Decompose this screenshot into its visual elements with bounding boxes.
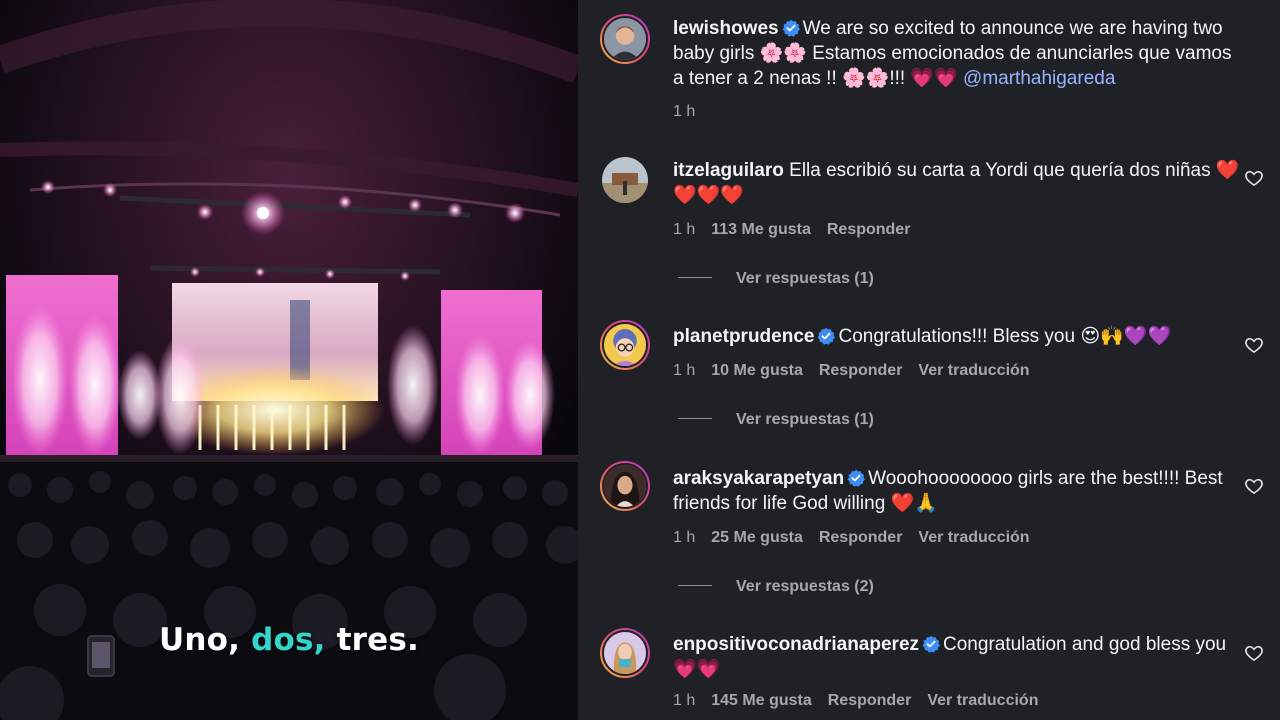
comment-time: 1 h <box>673 362 696 379</box>
like-heart-icon[interactable] <box>1244 168 1264 188</box>
likes-count-button[interactable]: 113 Me gusta <box>711 221 811 238</box>
translate-button[interactable]: Ver traducción <box>918 529 1029 546</box>
avatar-image <box>604 465 646 507</box>
post-meta: 1 h <box>673 103 711 121</box>
view-replies-label: Ver respuestas (1) <box>736 270 874 287</box>
video-caption: Uno, dos, tres. <box>0 622 578 658</box>
likes-count-button[interactable]: 25 Me gusta <box>711 529 803 546</box>
caption-word-3: tres. <box>336 622 420 658</box>
verified-badge-icon <box>782 19 800 37</box>
comment-username[interactable]: araksyakarapetyan <box>673 468 844 489</box>
replies-divider-line <box>678 585 712 586</box>
reply-button[interactable]: Responder <box>819 529 903 546</box>
likes-count-button[interactable]: 145 Me gusta <box>711 692 811 709</box>
comment-meta: 1 h 10 Me gusta Responder Ver traducción <box>673 362 1046 380</box>
avatar-image <box>604 18 646 60</box>
comment-username[interactable]: enpositivoconadrianaperez <box>673 634 919 655</box>
comment-text: araksyakarapetyan Wooohoooooooo girls are… <box>673 466 1243 516</box>
post-text: lewishowes We are so excited to announce … <box>673 16 1243 91</box>
view-replies-button[interactable]: Ver respuestas (2) <box>678 578 874 596</box>
like-heart-icon[interactable] <box>1244 335 1264 355</box>
likes-count-button[interactable]: 10 Me gusta <box>711 362 803 379</box>
verified-badge-icon <box>922 635 941 653</box>
comment-username[interactable]: itzelaguilaro <box>673 160 784 181</box>
reply-button[interactable]: Responder <box>828 692 912 709</box>
translate-button[interactable]: Ver traducción <box>918 362 1029 379</box>
view-replies-button[interactable]: Ver respuestas (1) <box>678 411 874 429</box>
caption-word-2: dos, <box>251 622 326 658</box>
like-heart-icon[interactable] <box>1244 476 1264 496</box>
comment-meta: 1 h 25 Me gusta Responder Ver traducción <box>673 529 1046 547</box>
comment-meta: 1 h 113 Me gusta Responder <box>673 221 926 239</box>
comment-time: 1 h <box>673 692 696 709</box>
commenter-avatar[interactable] <box>602 157 648 203</box>
view-replies-label: Ver respuestas (2) <box>736 578 874 595</box>
commenter-avatar[interactable] <box>600 320 650 370</box>
verified-badge-icon <box>847 469 866 487</box>
view-replies-button[interactable]: Ver respuestas (1) <box>678 270 874 288</box>
replies-divider-line <box>678 277 712 278</box>
avatar-image <box>604 324 646 366</box>
translate-button[interactable]: Ver traducción <box>927 692 1038 709</box>
concert-stage-image <box>0 0 578 720</box>
comment-time: 1 h <box>673 221 696 238</box>
video-player[interactable]: Uno, dos, tres. <box>0 0 578 720</box>
reply-button[interactable]: Responder <box>827 221 911 238</box>
post-username[interactable]: lewishowes <box>673 18 779 39</box>
comments-panel[interactable]: lewishowes We are so excited to announce … <box>578 0 1280 720</box>
post-time: 1 h <box>673 103 696 120</box>
avatar-image <box>602 157 648 203</box>
like-heart-icon[interactable] <box>1244 643 1264 663</box>
comment-text: itzelaguilaro Ella escribió su carta a Y… <box>673 158 1243 208</box>
verified-badge-icon <box>818 327 836 345</box>
post-author-avatar[interactable] <box>600 14 650 64</box>
avatar-image <box>604 632 646 674</box>
commenter-avatar[interactable] <box>600 628 650 678</box>
commenter-avatar[interactable] <box>600 461 650 511</box>
caption-word-1: Uno, <box>158 622 241 658</box>
replies-divider-line <box>678 418 712 419</box>
comment-time: 1 h <box>673 529 696 546</box>
comment-body: Congratulations!!! Bless you 😍🙌💜💜 <box>838 326 1172 347</box>
comment-username[interactable]: planetprudence <box>673 326 814 347</box>
view-replies-label: Ver respuestas (1) <box>736 411 874 428</box>
post-mention-link[interactable]: @marthahigareda <box>963 68 1115 89</box>
comment-text: enpositivoconadrianaperez Congratulation … <box>673 632 1243 682</box>
comment-meta: 1 h 145 Me gusta Responder Ver traducción <box>673 692 1054 710</box>
comment-text: planetprudence Congratulations!!! Bless y… <box>673 324 1243 349</box>
reply-button[interactable]: Responder <box>819 362 903 379</box>
